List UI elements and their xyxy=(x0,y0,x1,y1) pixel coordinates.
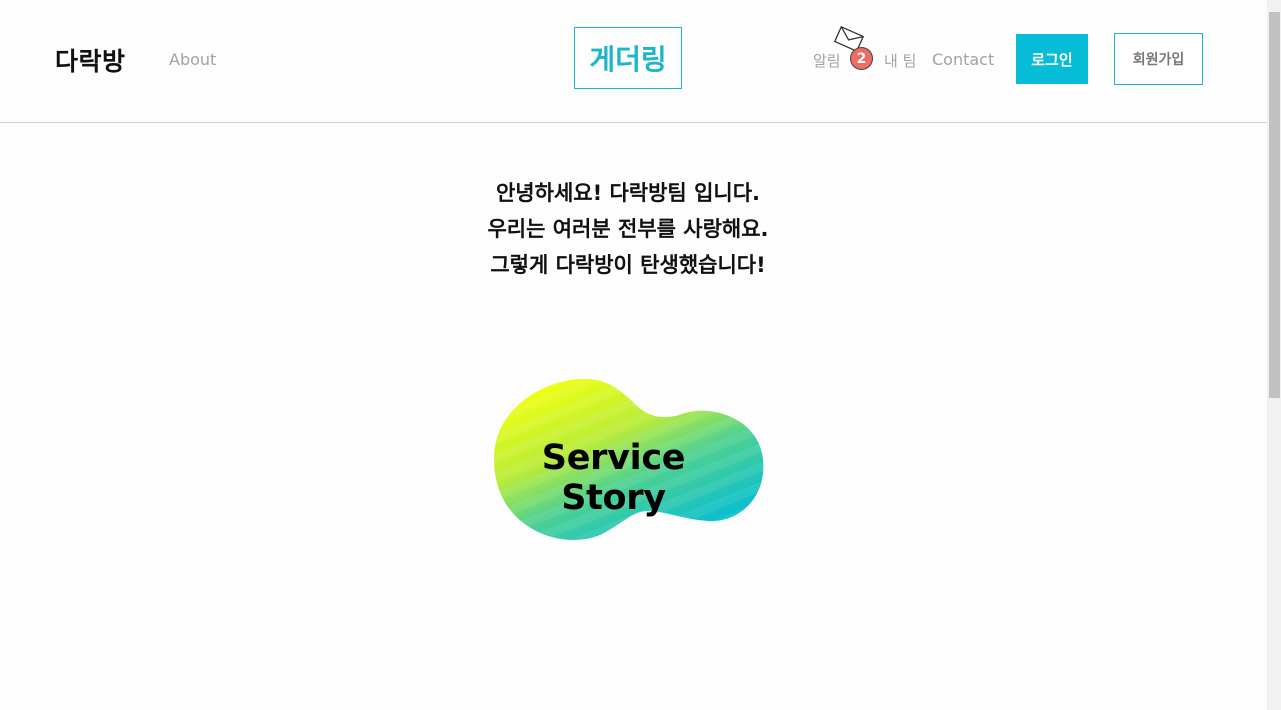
site-header: 다락방 About 게더링 알림 2 내 팀 Contact 로그인 회원가입 xyxy=(0,0,1267,123)
brand-logo[interactable]: 다락방 xyxy=(55,42,126,78)
nav-about-link[interactable]: About xyxy=(169,50,216,69)
nav-alarm-link[interactable]: 알림 xyxy=(813,50,841,71)
signup-button[interactable]: 회원가입 xyxy=(1114,33,1203,85)
login-button[interactable]: 로그인 xyxy=(1016,34,1088,84)
intro-line: 안녕하세요! 다락방팀 입니다. xyxy=(495,181,761,205)
alarm-count-badge[interactable]: 2 xyxy=(850,47,873,70)
gathering-logo-button[interactable]: 게더링 xyxy=(574,27,682,89)
intro-line: 우리는 여러분 전부를 사랑해요. xyxy=(487,217,769,241)
service-story-label[interactable]: Service Story xyxy=(492,438,735,518)
intro-text: 안녕하세요! 다락방팀 입니다. 우리는 여러분 전부를 사랑해요. 그렇게 다… xyxy=(440,175,816,283)
scrollbar-thumb[interactable] xyxy=(1269,12,1280,398)
nav-my-team-link[interactable]: 내 팀 xyxy=(884,50,916,71)
intro-line: 그렇게 다락방이 탄생했습니다! xyxy=(490,253,766,277)
nav-contact-link[interactable]: Contact xyxy=(932,50,994,69)
